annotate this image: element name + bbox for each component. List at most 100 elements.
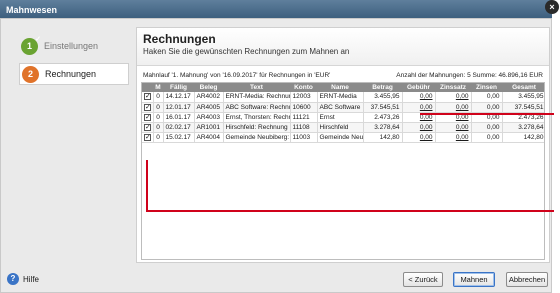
cell-zinsen: 0,00 bbox=[471, 92, 503, 103]
dialog: 1 ✓ Einstellungen 2 Rechnungen Rechnunge… bbox=[0, 18, 552, 293]
cell-faellig: 12.01.17 bbox=[163, 102, 195, 113]
table-row[interactable]: ✓ 0 15.02.17 AR4004 Gemeinde Neubiberg: … bbox=[142, 132, 544, 143]
step-label: Rechnungen bbox=[45, 69, 97, 79]
cell-faellig: 16.01.17 bbox=[163, 112, 195, 123]
cell-faellig: 02.02.17 bbox=[163, 122, 195, 133]
dunning-summary: Anzahl der Mahnungen: 5 Summe: 46.896,16… bbox=[396, 72, 543, 79]
cell-faellig: 14.12.17 bbox=[163, 92, 195, 103]
cell-gesamt: 37.545,51 bbox=[502, 102, 544, 113]
page-title: Rechnungen bbox=[143, 32, 216, 46]
cell-zinsen: 0,00 bbox=[471, 122, 503, 133]
column-header[interactable]: Fällig bbox=[163, 83, 194, 92]
window-title: Mahnwesen bbox=[6, 5, 58, 15]
cell-text: Ernst, Thorsten: Rechnur bbox=[223, 112, 291, 123]
cell-gebuehr[interactable]: 0,00 bbox=[402, 132, 436, 143]
cancel-button[interactable]: Abbrechen bbox=[506, 272, 548, 287]
cell-beleg: AR4005 bbox=[194, 102, 224, 113]
column-header[interactable] bbox=[142, 83, 153, 92]
invoice-table: M Fällig Beleg Text Konto Name Betrag Ge… bbox=[141, 82, 545, 260]
cell-zinsen: 0,00 bbox=[471, 132, 503, 143]
cell-betrag: 142,80 bbox=[363, 132, 403, 143]
column-header[interactable]: M bbox=[153, 83, 163, 92]
cell-m: 0 bbox=[153, 112, 164, 123]
cell-m: 0 bbox=[153, 122, 164, 133]
cell-betrag: 3.278,64 bbox=[363, 122, 403, 133]
help-link[interactable]: Hilfe bbox=[23, 275, 39, 284]
cell-text: Gemeinde Neubiberg: Rec bbox=[223, 132, 291, 143]
column-header[interactable]: Konto bbox=[290, 83, 317, 92]
dunning-run-info: Mahnlauf '1. Mahnung' von '16.09.2017' f… bbox=[143, 72, 331, 79]
column-header[interactable]: Gesamt bbox=[502, 83, 544, 92]
wizard-sidebar: 1 ✓ Einstellungen 2 Rechnungen bbox=[1, 19, 133, 263]
cell-konto: 11121 bbox=[290, 112, 318, 123]
column-header[interactable]: Betrag bbox=[363, 83, 402, 92]
annotation-line bbox=[146, 160, 148, 211]
cell-konto: 11003 bbox=[290, 132, 318, 143]
step-rechnungen[interactable]: 2 Rechnungen bbox=[19, 63, 129, 85]
step-label: Einstellungen bbox=[44, 41, 99, 51]
table-row[interactable]: ✓ 0 14.12.17 AR4002 ERNT-Media: Rechnung… bbox=[142, 92, 544, 103]
step-number-badge: 1 ✓ bbox=[21, 35, 41, 55]
main-panel: Rechnungen Haken Sie die gewünschten Rec… bbox=[136, 27, 550, 263]
step-einstellungen[interactable]: 1 ✓ Einstellungen bbox=[19, 35, 129, 57]
table-row[interactable]: ✓ 0 12.01.17 AR4005 ABC Software: Rechnu… bbox=[142, 102, 544, 113]
cell-gesamt: 142,80 bbox=[502, 132, 544, 143]
row-checkbox[interactable]: ✓ bbox=[144, 103, 151, 111]
cell-zinssatz[interactable]: 0,00 bbox=[435, 102, 472, 113]
cell-text: ERNT-Media: Rechnung N bbox=[223, 92, 291, 103]
dialog-footer: ? Hilfe < Zurück Mahnen Abbrechen bbox=[1, 263, 553, 293]
row-checkbox[interactable]: ✓ bbox=[144, 123, 151, 131]
column-header[interactable]: Text bbox=[223, 83, 290, 92]
step-number-badge: 2 bbox=[22, 65, 39, 83]
cell-m: 0 bbox=[153, 102, 164, 113]
table-row[interactable]: ✓ 0 02.02.17 AR1001 Hirschfeld: Rechnung… bbox=[142, 122, 544, 133]
main-header: Rechnungen Haken Sie die gewünschten Rec… bbox=[137, 28, 549, 66]
page-subtitle: Haken Sie die gewünschten Rechnungen zum… bbox=[143, 47, 350, 56]
cell-zinssatz[interactable]: 0,00 bbox=[435, 122, 472, 133]
table-header-row: M Fällig Beleg Text Konto Name Betrag Ge… bbox=[142, 83, 544, 92]
column-header[interactable]: Zinsen bbox=[471, 83, 502, 92]
cell-zinssatz[interactable]: 0,00 bbox=[435, 92, 472, 103]
column-header[interactable]: Gebühr bbox=[402, 83, 435, 92]
cell-konto: 10600 bbox=[290, 102, 318, 113]
annotation-line bbox=[420, 113, 554, 115]
cell-m: 0 bbox=[153, 92, 164, 103]
mahnen-button[interactable]: Mahnen bbox=[453, 272, 495, 287]
row-checkbox[interactable]: ✓ bbox=[144, 133, 151, 141]
back-button[interactable]: < Zurück bbox=[403, 272, 443, 287]
cell-beleg: AR4002 bbox=[194, 92, 224, 103]
cell-name: Ernst bbox=[317, 112, 364, 123]
cell-beleg: AR4004 bbox=[194, 132, 224, 143]
cell-name: ABC Software bbox=[317, 102, 364, 113]
info-bar: Mahnlauf '1. Mahnung' von '16.09.2017' f… bbox=[141, 70, 545, 81]
column-header[interactable]: Beleg bbox=[194, 83, 223, 92]
cell-konto: 11108 bbox=[290, 122, 318, 133]
cell-gebuehr[interactable]: 0,00 bbox=[402, 92, 436, 103]
cell-m: 0 bbox=[153, 132, 164, 143]
cell-name: Gemeinde Neubib bbox=[317, 132, 364, 143]
cell-gesamt: 3.278,64 bbox=[502, 122, 544, 133]
column-header[interactable]: Name bbox=[317, 83, 363, 92]
cell-faellig: 15.02.17 bbox=[163, 132, 195, 143]
window-titlebar: Mahnwesen bbox=[0, 0, 552, 18]
cell-gebuehr[interactable]: 0,00 bbox=[402, 122, 436, 133]
close-icon[interactable]: × bbox=[545, 0, 559, 14]
column-header[interactable]: Zinssatz bbox=[435, 83, 471, 92]
cell-text: Hirschfeld: Rechnung Nr. bbox=[223, 122, 291, 133]
help-icon[interactable]: ? bbox=[7, 273, 19, 285]
cell-name: Hirschfeld bbox=[317, 122, 364, 133]
cell-betrag: 3.455,95 bbox=[363, 92, 403, 103]
cell-zinssatz[interactable]: 0,00 bbox=[435, 132, 472, 143]
checkmark-icon: ✓ bbox=[35, 35, 41, 43]
cell-betrag: 37.545,51 bbox=[363, 102, 403, 113]
cell-betrag: 2.473,26 bbox=[363, 112, 403, 123]
row-checkbox[interactable]: ✓ bbox=[144, 93, 151, 101]
cell-konto: 12003 bbox=[290, 92, 318, 103]
cell-gesamt: 3.455,95 bbox=[502, 92, 544, 103]
cell-gebuehr[interactable]: 0,00 bbox=[402, 102, 436, 113]
annotation-line bbox=[146, 210, 554, 212]
cell-zinsen: 0,00 bbox=[471, 102, 503, 113]
cell-beleg: AR1001 bbox=[194, 122, 224, 133]
cell-name: ERNT-Media bbox=[317, 92, 364, 103]
row-checkbox[interactable]: ✓ bbox=[144, 113, 151, 121]
